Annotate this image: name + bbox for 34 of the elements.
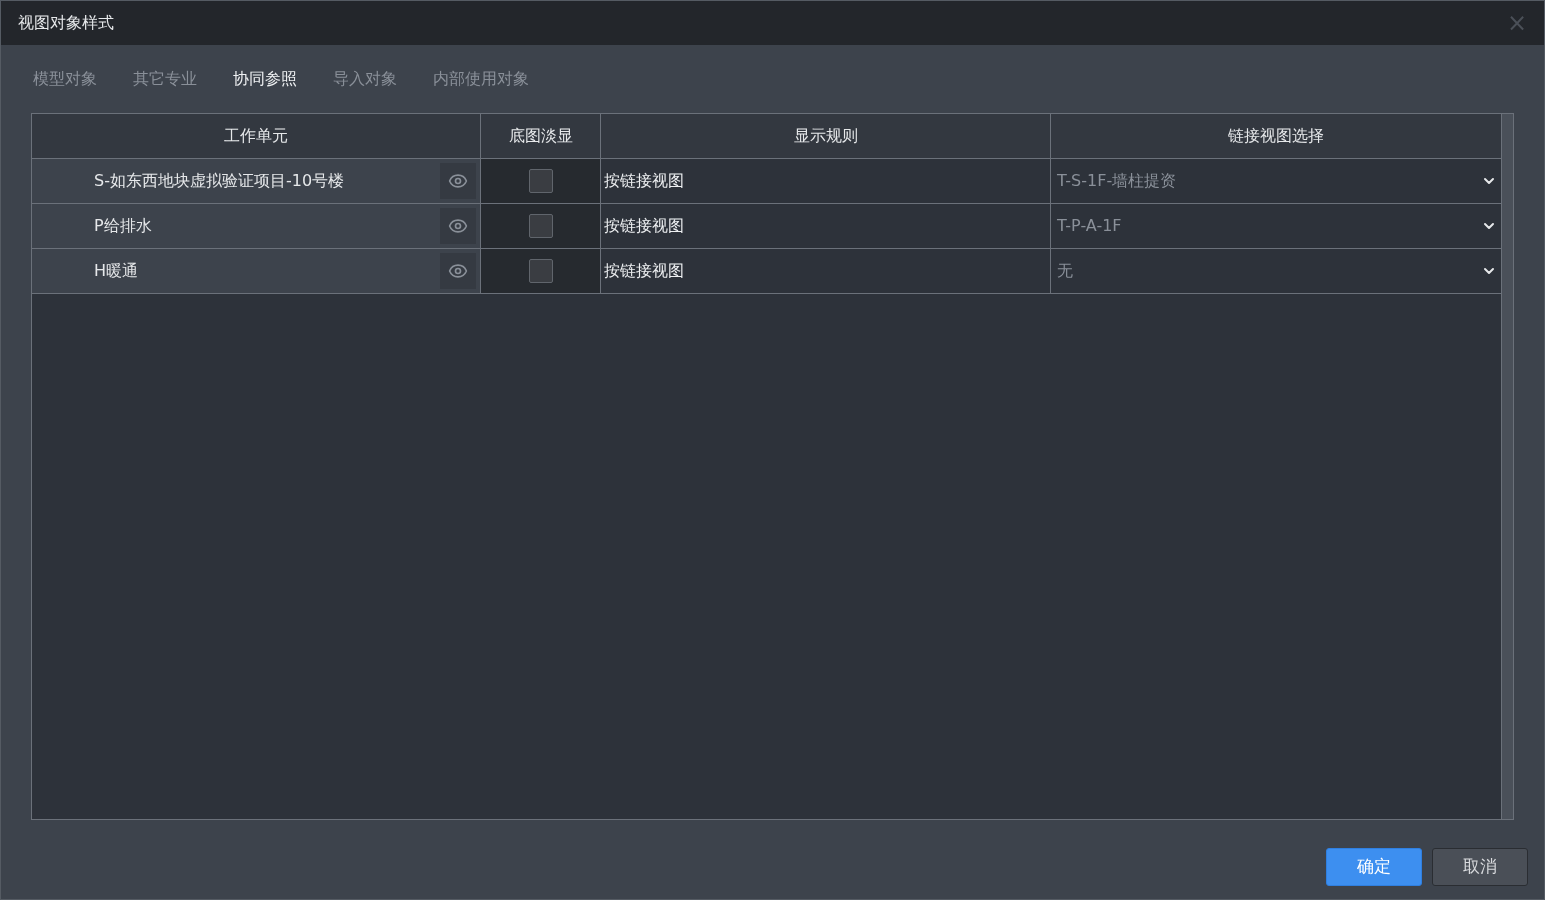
column-header: 工作单元 [32,114,481,158]
table-cell: 按链接视图 [601,159,1051,203]
eye-icon [448,261,468,281]
view-dropdown[interactable]: T-S-1F-墙柱提资 [1051,159,1501,203]
tab[interactable]: 其它专业 [133,67,197,91]
close-button[interactable]: × [1506,11,1527,35]
confirm-button[interactable]: 确定 [1326,848,1422,886]
view-dropdown[interactable]: T-P-A-1F [1051,204,1501,248]
column-header: 显示规则 [601,114,1051,158]
visibility-toggle[interactable] [440,208,476,244]
table-cell: 按链接视图 [601,204,1051,248]
dropdown-value: 无 [1057,260,1073,282]
window-title: 视图对象样式 [18,12,114,34]
view-dropdown[interactable]: 无 [1051,249,1501,293]
cancel-button[interactable]: 取消 [1432,848,1528,886]
tab[interactable]: 导入对象 [333,67,397,91]
work-unit-name: P给排水 [94,215,152,237]
dropdown-value: T-S-1F-墙柱提资 [1057,170,1177,192]
checkbox[interactable] [528,259,553,283]
work-unit-name: H暖通 [94,260,139,282]
visibility-toggle[interactable] [440,163,476,199]
column-header: 链接视图选择 [1227,125,1325,147]
eye-icon [448,216,468,236]
visibility-toggle[interactable] [440,253,476,289]
checkbox[interactable] [528,169,553,193]
dropdown-value: T-P-A-1F [1057,215,1122,237]
column-header: 底图淡显 [481,114,601,158]
table-cell: 按链接视图 [601,249,1051,293]
tab[interactable]: 模型对象 [33,67,97,91]
work-unit-name: S-如东西地块虚拟验证项目-10号楼 [94,170,345,192]
eye-icon [448,171,468,191]
tab[interactable]: 协同参照 [233,67,297,91]
checkbox[interactable] [528,214,553,238]
tab[interactable]: 内部使用对象 [433,67,529,91]
